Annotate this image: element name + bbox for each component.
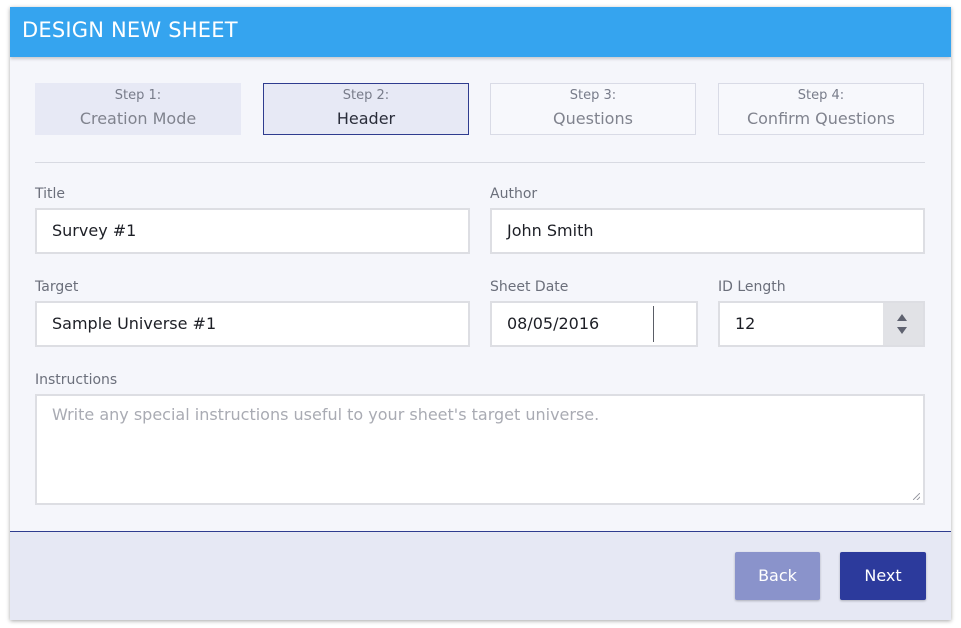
step-name: Creation Mode xyxy=(79,109,197,128)
step-creation-mode[interactable]: Step 1: Creation Mode xyxy=(35,83,241,135)
step-name: Confirm Questions xyxy=(746,109,896,128)
design-sheet-panel: DESIGN NEW SHEET Step 1: Creation Mode S… xyxy=(10,7,951,620)
step-number: Step 2: xyxy=(342,88,390,103)
back-button[interactable]: Back xyxy=(735,552,820,600)
step-number: Step 4: xyxy=(797,88,845,103)
instructions-label: Instructions xyxy=(35,372,118,388)
spin-down-icon[interactable] xyxy=(897,327,907,334)
instructions-placeholder: Write any special instructions useful to… xyxy=(52,405,600,424)
step-number: Step 1: xyxy=(114,88,162,103)
step-name: Header xyxy=(336,109,396,128)
id-length-label: ID Length xyxy=(718,279,786,295)
target-input[interactable]: Sample Universe #1 xyxy=(35,301,470,347)
panel-footer: Back Next xyxy=(10,531,951,620)
author-label: Author xyxy=(490,186,538,202)
step-header[interactable]: Step 2: Header xyxy=(263,83,469,135)
spinner-buttons[interactable] xyxy=(883,303,923,345)
id-length-value: 12 xyxy=(735,314,756,333)
instructions-textarea[interactable]: Write any special instructions useful to… xyxy=(35,394,925,505)
step-confirm-questions[interactable]: Step 4: Confirm Questions xyxy=(718,83,924,135)
sheet-date-input[interactable]: 08/05/2016 xyxy=(490,301,698,347)
title-input[interactable]: Survey #1 xyxy=(35,208,470,254)
page-title: DESIGN NEW SHEET xyxy=(22,18,238,42)
text-cursor xyxy=(653,306,654,342)
author-input[interactable]: John Smith xyxy=(490,208,925,254)
step-number: Step 3: xyxy=(569,88,617,103)
sheet-date-value: 08/05/2016 xyxy=(507,314,600,333)
sheet-date-label: Sheet Date xyxy=(490,279,569,295)
divider xyxy=(35,162,925,163)
title-label: Title xyxy=(35,186,66,202)
step-questions[interactable]: Step 3: Questions xyxy=(490,83,696,135)
next-button[interactable]: Next xyxy=(840,552,926,600)
step-name: Questions xyxy=(553,109,633,128)
id-length-stepper[interactable]: 12 xyxy=(718,301,925,347)
resize-grip-icon[interactable] xyxy=(913,493,920,500)
target-label: Target xyxy=(35,279,79,295)
panel-header: DESIGN NEW SHEET xyxy=(10,7,951,57)
spin-up-icon[interactable] xyxy=(897,314,907,321)
